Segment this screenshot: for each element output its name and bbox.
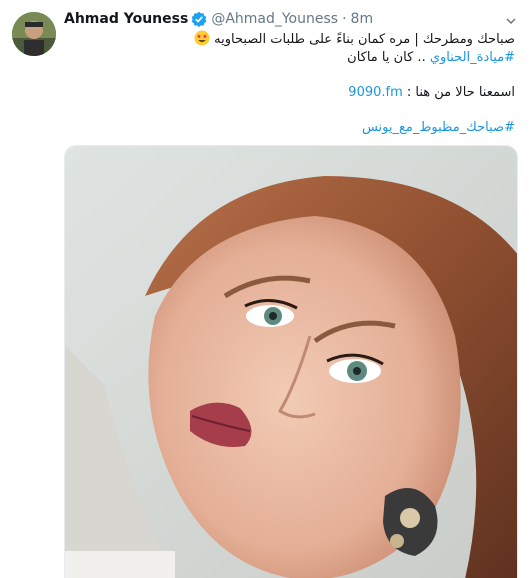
tweet-text-line-3: اسمعنا حالا من هنا : 9090.fm [348, 84, 515, 102]
chevron-down-icon[interactable] [505, 12, 517, 25]
tweet-text-line-2: #ميادة_الحناوي .. كان يا ماكان [347, 49, 515, 67]
tweet-header: Ahmad Youness @Ahmad_Youness · 8m [64, 9, 373, 29]
avatar[interactable] [12, 12, 56, 56]
portrait-photo-icon [65, 146, 517, 578]
tweet-text: اسمعنا حالا من هنا : [402, 85, 515, 100]
tweet-text-line-4: #صباحك_مظبوط_مع_يونس [362, 119, 515, 137]
verified-badge-icon [191, 11, 207, 27]
tweet-photo[interactable] [64, 145, 518, 578]
tweet-text-line-1: صباحك ومطرحك | مره كمان بناءً على طلبات … [191, 30, 515, 49]
separator-dot: · [342, 11, 347, 27]
hashtag-link[interactable]: #صباحك_مظبوط_مع_يونس [362, 120, 515, 135]
tweet-text: .. كان يا ماكان [347, 50, 430, 65]
url-link[interactable]: 9090.fm [348, 85, 402, 100]
star-struck-emoji-icon [194, 30, 210, 46]
author-name[interactable]: Ahmad Youness [64, 11, 188, 27]
tweet[interactable]: Ahmad Youness @Ahmad_Youness · 8m صباحك … [0, 0, 529, 578]
hashtag-link[interactable]: #ميادة_الحناوي [430, 50, 515, 65]
tweet-text: صباحك ومطرحك | مره كمان بناءً على طلبات … [214, 32, 515, 47]
author-handle[interactable]: @Ahmad_Youness [211, 11, 338, 27]
timestamp[interactable]: 8m [351, 11, 374, 27]
